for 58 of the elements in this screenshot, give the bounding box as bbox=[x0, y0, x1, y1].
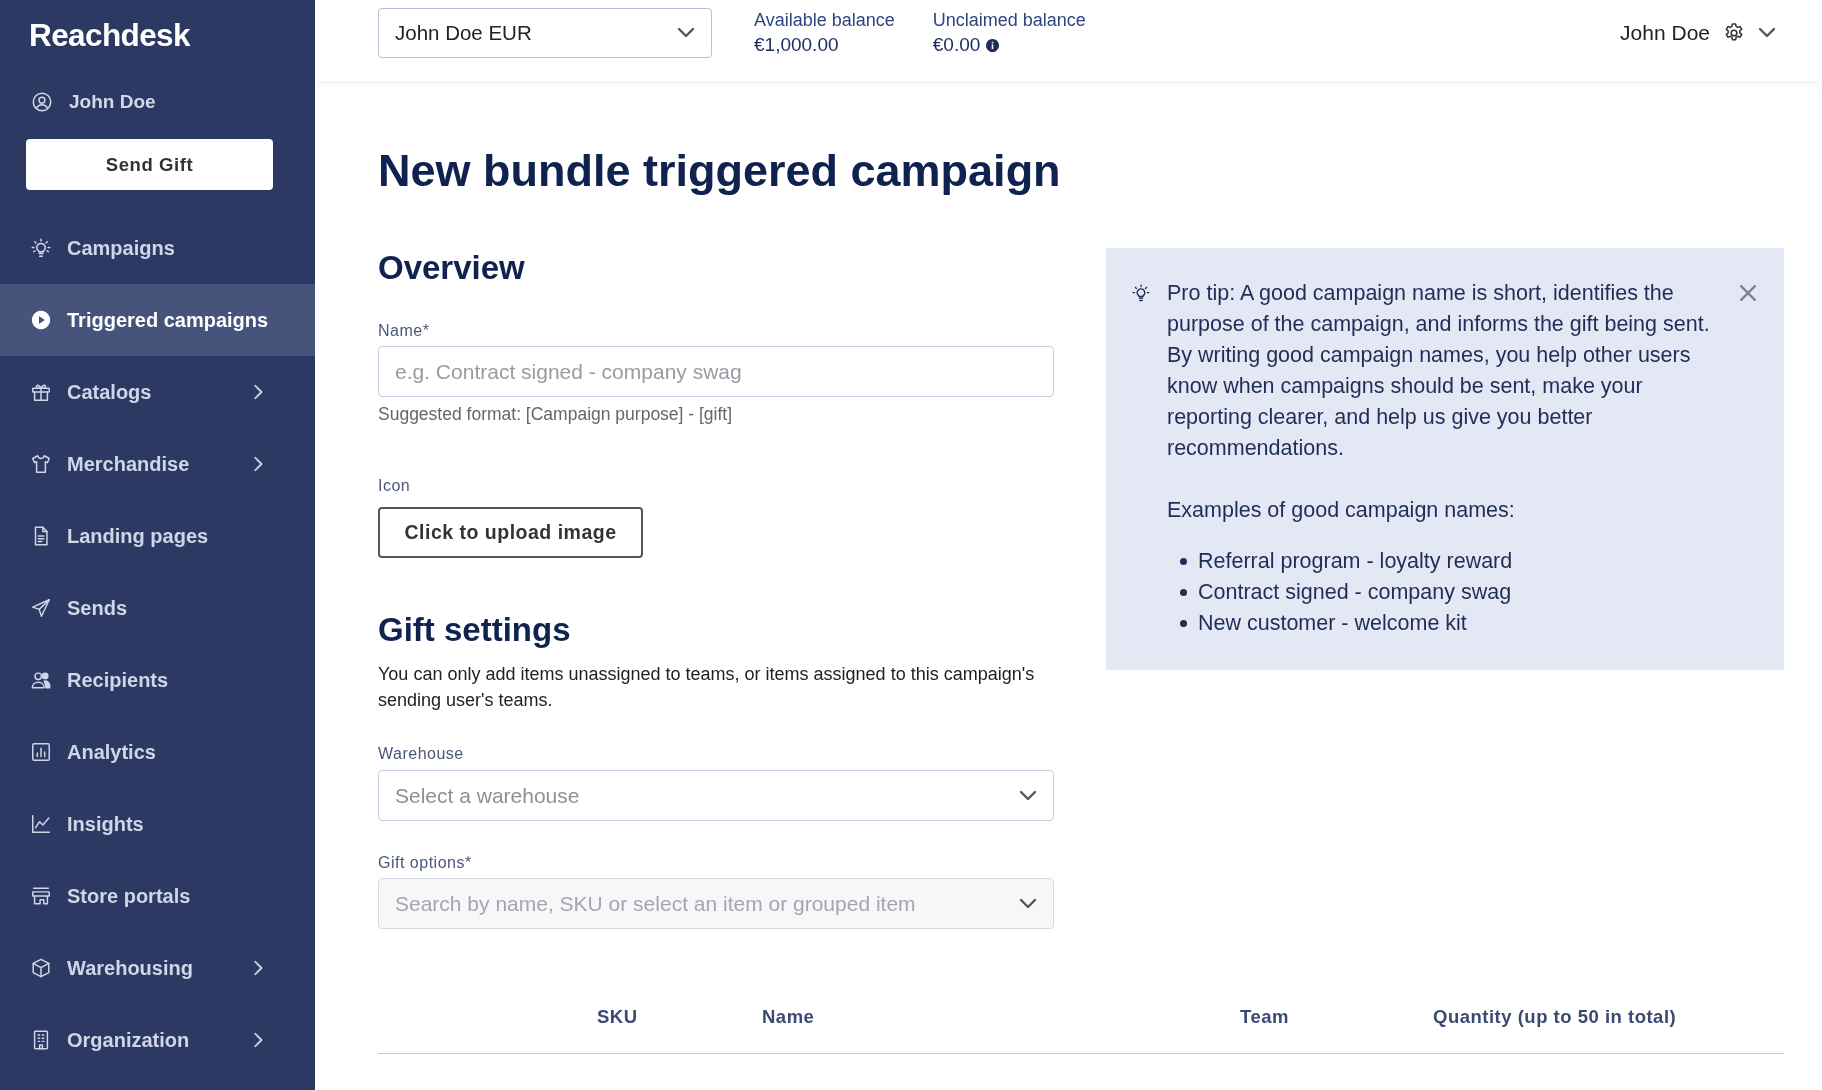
column-header: Team bbox=[1240, 1007, 1289, 1027]
balance-value: €0.00 bbox=[932, 33, 981, 57]
section-heading: Overview bbox=[378, 250, 525, 286]
column-header: Name bbox=[762, 1007, 815, 1027]
column-header: Quantity (up to 50 in total) bbox=[1433, 1007, 1677, 1027]
people-icon bbox=[30, 669, 52, 691]
sidebar-item[interactable]: Merchandise bbox=[0, 428, 315, 500]
bullet-icon bbox=[1180, 558, 1187, 565]
example-item: Referral program - loyalty reward bbox=[1198, 548, 1513, 575]
user-name: John Doe bbox=[69, 90, 156, 114]
section-heading: Gift settings bbox=[378, 612, 571, 648]
lightbulb-icon bbox=[1131, 283, 1151, 303]
bar-chart-icon bbox=[30, 741, 52, 763]
field-label: Gift options* bbox=[378, 853, 472, 873]
lightbulb-icon bbox=[30, 237, 52, 259]
page-title: New bundle triggered campaign bbox=[378, 145, 1061, 197]
line-chart-icon bbox=[30, 813, 52, 835]
sidebar-item[interactable]: Recipients bbox=[0, 644, 315, 716]
example-item: New customer - welcome kit bbox=[1198, 610, 1467, 637]
balance-label: Available balance bbox=[754, 10, 895, 30]
pro-tip-text: Pro tip: A good campaign name is short, identifies the purpose of the campaign, and informs the gift being sent. By writing good campaign names, you help other users know when campaigns should be sent, make your reporting clearer, and help us give you better recommendations. bbox=[1167, 280, 1711, 462]
bullet-icon bbox=[1180, 589, 1187, 596]
logo: Reachdesk bbox=[29, 17, 190, 53]
settings-icon[interactable] bbox=[1724, 23, 1744, 43]
user-circle-icon bbox=[31, 91, 53, 113]
paper-plane-icon bbox=[30, 597, 52, 619]
sidebar-item[interactable]: Landing pages bbox=[0, 500, 315, 572]
name-input[interactable]: e.g. Contract signed - company swag bbox=[378, 346, 1054, 397]
sidebar-item[interactable]: Warehousing bbox=[0, 932, 315, 1004]
bullet-icon bbox=[1180, 620, 1187, 627]
play-icon bbox=[30, 309, 52, 331]
storefront-icon bbox=[30, 885, 52, 907]
info-icon[interactable] bbox=[986, 38, 1000, 52]
sidebar-item[interactable]: Catalogs bbox=[0, 356, 315, 428]
tshirt-icon bbox=[30, 453, 52, 475]
column-header: SKU bbox=[597, 1007, 638, 1027]
section-description: You can only add items unassigned to teams, or items assigned to this campaign's sending user's teams. bbox=[378, 663, 1036, 712]
send-gift-button[interactable]: Send Gift bbox=[26, 139, 273, 190]
sidebar-item[interactable]: Campaigns bbox=[0, 212, 315, 284]
field-hint: Suggested format: [Campaign purpose] - [gift] bbox=[378, 404, 733, 424]
balance-value: €1,000.00 bbox=[754, 33, 839, 57]
cube-icon bbox=[30, 957, 52, 979]
sidebar-item[interactable]: Insights bbox=[0, 788, 315, 860]
example-item: Contract signed - company swag bbox=[1198, 579, 1512, 606]
sidebar-item[interactable]: Triggered campaigns bbox=[0, 284, 315, 356]
field-label: Warehouse bbox=[378, 744, 464, 764]
balance-label: Unclaimed balance bbox=[932, 10, 1086, 30]
field-label: Icon bbox=[378, 476, 411, 496]
user-menu-name[interactable]: John Doe bbox=[1620, 21, 1710, 45]
field-label: Name* bbox=[378, 321, 430, 341]
sidebar-item[interactable]: Organization bbox=[0, 1004, 315, 1076]
upload-image-button[interactable]: Click to upload image bbox=[378, 507, 643, 558]
examples-heading: Examples of good campaign names: bbox=[1167, 497, 1515, 524]
account-select[interactable]: John Doe EUR bbox=[378, 8, 712, 58]
sidebar-item[interactable]: Analytics bbox=[0, 716, 315, 788]
sidebar-item[interactable]: Sends bbox=[0, 572, 315, 644]
sidebar-item[interactable]: Store portals bbox=[0, 860, 315, 932]
close-icon[interactable] bbox=[1740, 285, 1756, 301]
